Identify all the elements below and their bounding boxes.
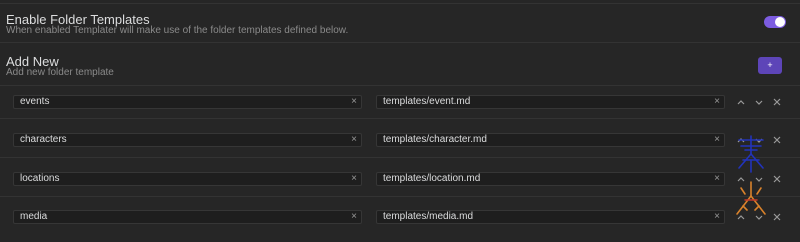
folder-input[interactable]: characters × <box>13 133 362 147</box>
clear-icon[interactable]: × <box>714 134 720 146</box>
divider <box>0 85 800 86</box>
divider <box>0 196 800 197</box>
orange-glyph-overlay <box>736 181 766 215</box>
template-input[interactable]: templates/character.md × <box>376 133 725 147</box>
blue-glyph-overlay <box>738 135 764 173</box>
template-input[interactable]: templates/media.md × <box>376 210 725 224</box>
folder-value: locations <box>20 173 60 184</box>
clear-icon[interactable]: × <box>714 211 720 223</box>
folder-value: events <box>20 96 50 107</box>
divider <box>0 3 800 4</box>
clear-icon[interactable]: × <box>351 96 357 108</box>
chevron-up-icon[interactable] <box>735 96 747 108</box>
divider <box>0 42 800 43</box>
add-folder-template-button[interactable]: + <box>758 57 782 74</box>
folder-template-row: locations × templates/location.md × <box>0 172 800 186</box>
folder-template-row: characters × templates/character.md × <box>0 133 800 147</box>
clear-icon[interactable]: × <box>351 134 357 146</box>
chevron-down-icon[interactable] <box>753 96 765 108</box>
delete-icon[interactable] <box>771 96 783 108</box>
add-new-description: Add new folder template <box>6 67 114 78</box>
toggle-knob <box>775 17 785 27</box>
template-input[interactable]: templates/location.md × <box>376 172 725 186</box>
template-value: templates/media.md <box>383 211 474 222</box>
clear-icon[interactable]: × <box>351 211 357 223</box>
clear-icon[interactable]: × <box>351 173 357 185</box>
folder-value: media <box>20 211 48 222</box>
folder-input[interactable]: media × <box>13 210 362 224</box>
enable-folder-templates-toggle[interactable] <box>764 16 786 28</box>
folder-template-row: media × templates/media.md × <box>0 210 800 224</box>
clear-icon[interactable]: × <box>714 173 720 185</box>
delete-icon[interactable] <box>771 134 783 146</box>
folder-input[interactable]: events × <box>13 95 362 109</box>
divider <box>0 157 800 158</box>
clear-icon[interactable]: × <box>714 96 720 108</box>
template-value: templates/location.md <box>383 173 481 184</box>
enable-folder-templates-description: When enabled Templater will make use of … <box>6 25 349 36</box>
divider <box>0 118 800 119</box>
template-input[interactable]: templates/event.md × <box>376 95 725 109</box>
folder-template-row: events × templates/event.md × <box>0 95 800 109</box>
folder-value: characters <box>20 134 67 145</box>
template-value: templates/event.md <box>383 96 471 107</box>
template-value: templates/character.md <box>383 134 487 145</box>
delete-icon[interactable] <box>771 211 783 223</box>
delete-icon[interactable] <box>771 173 783 185</box>
folder-input[interactable]: locations × <box>13 172 362 186</box>
